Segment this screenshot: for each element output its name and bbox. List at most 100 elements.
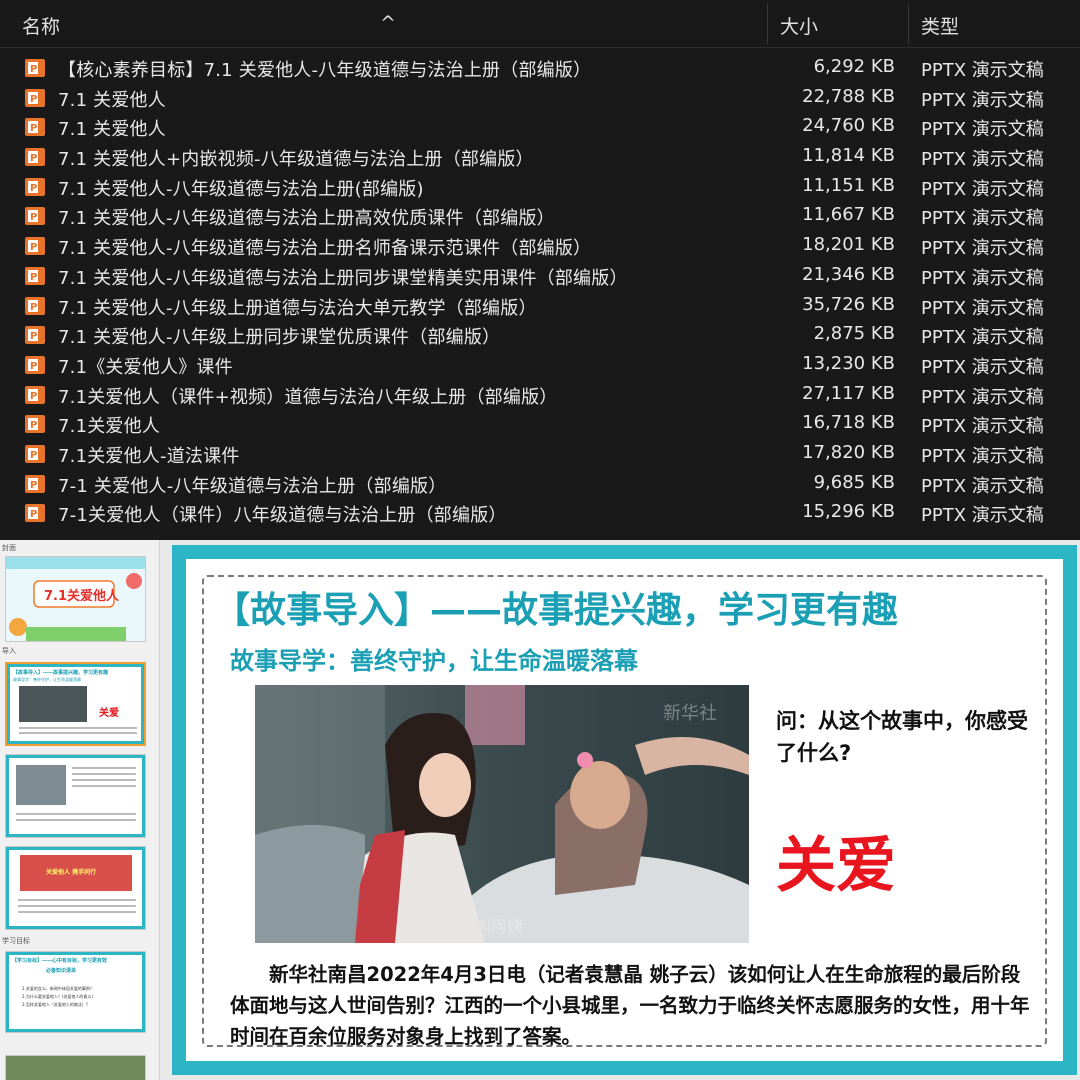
slide-subtitle[interactable]: 故事导学：善终守护，让生命温暖落幕 <box>230 641 638 676</box>
file-row[interactable]: P 7.1 关爱他人-八年级上册同步课堂优质课件（部编版） 2,875 KB PPTX… <box>0 320 1080 350</box>
file-name[interactable]: 7.1 关爱他人-八年级道德与法治上册同步课堂精美实用课件（部编版） <box>58 264 628 290</box>
file-name[interactable]: 【核心素养目标】7.1 关爱他人-八年级道德与法治上册（部编版） <box>58 56 591 82</box>
thumbnail-text-line <box>72 773 136 775</box>
pptx-file-icon: P <box>25 326 45 345</box>
file-name[interactable]: 7.1 关爱他人 <box>58 115 166 141</box>
pptx-file-icon: P <box>25 148 45 167</box>
cover-thumbnail-title: 7.1关爱他人 <box>44 589 120 604</box>
thumbnail-text-line <box>16 813 136 815</box>
file-size: 11,667 KB <box>802 204 895 226</box>
svg-text:P: P <box>30 509 37 520</box>
file-row[interactable]: P 7.1关爱他人 16,718 KB PPTX 演示文稿 <box>0 409 1080 439</box>
slide-thumbnail-5[interactable]: 【学习目标】——心中有目标，学习更有效 必备知识清单 1.关爱的含义，新闻中体现… <box>5 951 146 1033</box>
file-name[interactable]: 7.1 关爱他人-八年级上册道德与法治大单元教学（部编版） <box>58 294 537 320</box>
pptx-file-icon: P <box>25 237 45 256</box>
file-row[interactable]: P 7.1 关爱他人-八年级道德与法治上册(部编版) 11,151 KB PPTX 演… <box>0 172 1080 202</box>
file-row[interactable]: P 7.1关爱他人-道法课件 17,820 KB PPTX 演示文稿 <box>0 439 1080 469</box>
slide-thumbnail-1[interactable]: 7.1关爱他人 <box>5 556 146 642</box>
file-row[interactable]: P 7.1关爱他人（课件+视频）道德与法治八年级上册（部编版） 27,117 KB P… <box>0 380 1080 410</box>
file-explorer: ^ 名称 大小 类型 P 【核心素养目标】7.1 关爱他人-八年级道德与法治上册（… <box>0 0 1080 540</box>
thumbnail-subtitle: 故事导学：善终守护，让生命温暖落幕 <box>13 677 81 682</box>
file-row[interactable]: P 7.1 关爱他人-八年级上册道德与法治大单元教学（部编版） 35,726 KB P… <box>0 291 1080 321</box>
svg-text:P: P <box>30 331 37 342</box>
file-row[interactable]: P 7.1 关爱他人 22,788 KB PPTX 演示文稿 <box>0 83 1080 113</box>
file-size: 2,875 KB <box>813 323 895 345</box>
file-name[interactable]: 7-1 关爱他人-八年级道德与法治上册（部编版） <box>58 472 446 498</box>
answer-text[interactable]: 关爱 <box>776 817 896 904</box>
file-name[interactable]: 7.1关爱他人 <box>58 412 160 438</box>
file-size: 13,230 KB <box>802 352 895 374</box>
file-list: P 【核心素养目标】7.1 关爱他人-八年级道德与法治上册（部编版） 6,292 K… <box>0 53 1080 528</box>
svg-text:P: P <box>30 64 37 75</box>
pptx-file-icon: P <box>25 474 45 493</box>
column-divider[interactable] <box>767 4 768 44</box>
pptx-file-icon: P <box>25 207 45 226</box>
thumbnail-text-line <box>19 727 137 729</box>
file-row[interactable]: P 7-1关爱他人（课件）八年级道德与法治上册（部编版） 15,296 KB PPTX… <box>0 498 1080 528</box>
pptx-file-icon: P <box>25 444 45 463</box>
file-name[interactable]: 7.1 关爱他人-八年级上册同步课堂优质课件（部编版） <box>58 323 500 349</box>
section-label-goals[interactable]: 学习目标 <box>2 936 30 946</box>
pptx-file-icon: P <box>25 355 45 374</box>
file-name[interactable]: 7.1《关爱他人》课件 <box>58 353 233 379</box>
file-size: 15,296 KB <box>802 501 895 523</box>
svg-text:P: P <box>30 361 37 372</box>
svg-text:P: P <box>30 480 37 491</box>
slide-thumbnail-pane[interactable]: 封面 7.1关爱他人 导入 【故事导入】——故事提兴趣，学习更有趣 故事导学：善… <box>0 540 160 1080</box>
file-row[interactable]: P 7.1 关爱他人-八年级道德与法治上册同步课堂精美实用课件（部编版） 21,34… <box>0 261 1080 291</box>
file-row[interactable]: P 7.1 关爱他人+内嵌视频-八年级道德与法治上册（部编版） 11,814 KB P… <box>0 142 1080 172</box>
file-type: PPTX 演示文稿 <box>921 416 1044 438</box>
video-subtitle-caption: 叫阿姨 <box>475 917 524 936</box>
file-size: 22,788 KB <box>802 85 895 107</box>
column-header-type[interactable]: 类型 <box>921 12 959 39</box>
thumbnail-answer: 关爱 <box>99 708 119 719</box>
file-name[interactable]: 7.1 关爱他人-八年级道德与法治上册(部编版) <box>58 175 424 201</box>
file-name[interactable]: 7.1 关爱他人 <box>58 86 166 112</box>
slide-thumbnail-2[interactable]: 【故事导入】——故事提兴趣，学习更有趣 故事导学：善终守护，让生命温暖落幕 关爱 <box>5 662 146 746</box>
file-row[interactable]: P 7.1 关爱他人-八年级道德与法治上册高效优质课件（部编版） 11,667 KB… <box>0 201 1080 231</box>
story-body-text[interactable]: 新华社南昌2022年4月3日电（记者袁慧晶 姚子云）该如何让人在生命旅程的最后阶… <box>230 959 1030 1052</box>
slide-thumbnail-3[interactable] <box>5 754 146 838</box>
slide-title[interactable]: 【故事导入】——故事提兴趣，学习更有趣 <box>214 581 898 633</box>
section-label-cover[interactable]: 封面 <box>2 543 16 553</box>
file-row[interactable]: P 7.1 关爱他人-八年级道德与法治上册名师备课示范课件（部编版） 18,201 … <box>0 231 1080 261</box>
pptx-file-icon: P <box>25 88 45 107</box>
file-type: PPTX 演示文稿 <box>921 178 1044 200</box>
thumbnail-goal-item: 3.怎样关爱他人（关爱他人的做法）? <box>22 1002 88 1007</box>
thumbnail-text-line <box>19 732 137 734</box>
file-size: 16,718 KB <box>802 412 895 434</box>
svg-text:P: P <box>30 450 37 461</box>
file-name[interactable]: 7.1 关爱他人-八年级道德与法治上册高效优质课件（部编版） <box>58 204 555 230</box>
file-row[interactable]: P 7.1《关爱他人》课件 13,230 KB PPTX 演示文稿 <box>0 350 1080 380</box>
file-row[interactable]: P 【核心素养目标】7.1 关爱他人-八年级道德与法治上册（部编版） 6,292 K… <box>0 53 1080 83</box>
svg-text:P: P <box>30 420 37 431</box>
file-row[interactable]: P 7-1 关爱他人-八年级道德与法治上册（部编版） 9,685 KB PPTX 演示… <box>0 469 1080 499</box>
svg-text:P: P <box>30 183 37 194</box>
section-label-intro[interactable]: 导入 <box>2 646 16 656</box>
svg-text:P: P <box>30 242 37 253</box>
thumbnail-goal-item: 2.为什么要关爱他人？(关爱他人的意义) <box>22 994 93 999</box>
file-name[interactable]: 7.1关爱他人（课件+视频）道德与法治八年级上册（部编版） <box>58 383 558 409</box>
slide-thumbnail-4[interactable]: 关爱他人 携手同行 <box>5 846 146 930</box>
thumbnail-header: 【学习目标】——心中有目标，学习更有效 <box>12 958 108 964</box>
question-text[interactable]: 问：从这个故事中，你感受了什么? <box>776 705 1046 769</box>
powerpoint-window: 封面 7.1关爱他人 导入 【故事导入】——故事提兴趣，学习更有趣 故事导学：善… <box>0 540 1080 1080</box>
sort-ascending-icon[interactable]: ^ <box>380 12 396 34</box>
file-type: PPTX 演示文稿 <box>921 208 1044 230</box>
pptx-file-icon: P <box>25 59 45 77</box>
file-row[interactable]: P 7.1 关爱他人 24,760 KB PPTX 演示文稿 <box>0 112 1080 142</box>
pptx-file-icon: P <box>25 504 45 523</box>
story-photo[interactable]: 新华社 叫阿姨 <box>255 685 749 943</box>
column-header-name[interactable]: 名称 <box>22 12 60 39</box>
file-type: PPTX 演示文稿 <box>921 149 1044 171</box>
file-name[interactable]: 7.1关爱他人-道法课件 <box>58 442 240 468</box>
file-name[interactable]: 7-1关爱他人（课件）八年级道德与法治上册（部编版） <box>58 501 507 527</box>
file-name[interactable]: 7.1 关爱他人-八年级道德与法治上册名师备课示范课件（部编版） <box>58 234 591 260</box>
slide-thumbnail-6[interactable] <box>5 1055 146 1080</box>
file-size: 17,820 KB <box>802 441 895 463</box>
file-size: 18,201 KB <box>802 234 895 256</box>
file-name[interactable]: 7.1 关爱他人+内嵌视频-八年级道德与法治上册（部编版） <box>58 145 534 171</box>
column-divider[interactable] <box>908 4 909 44</box>
slide-canvas[interactable]: 【故事导入】——故事提兴趣，学习更有趣 故事导学：善终守护，让生命温暖落幕 新华… <box>172 545 1077 1075</box>
column-header-size[interactable]: 大小 <box>780 12 818 39</box>
